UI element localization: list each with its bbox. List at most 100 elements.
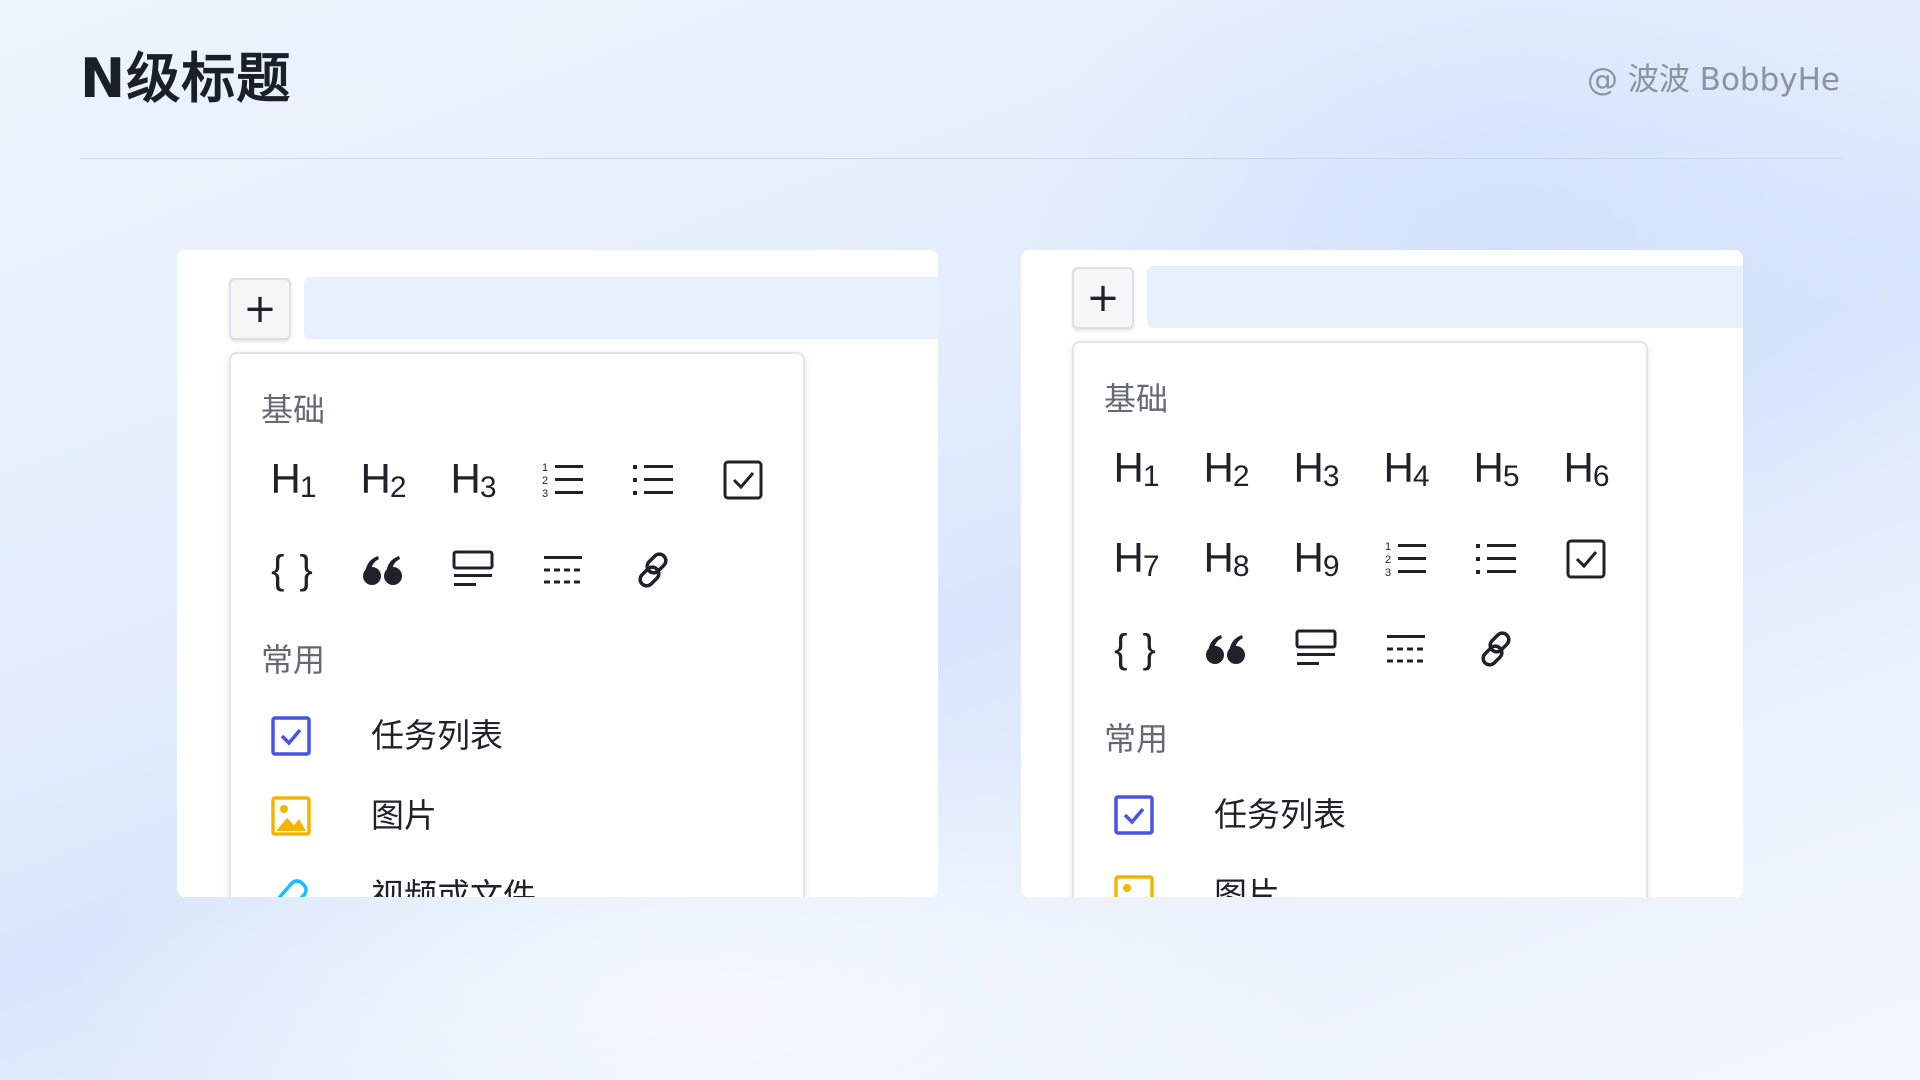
svg-text:1: 1 [542,462,548,474]
heading-letter: H [1473,444,1503,491]
common-item-image[interactable]: 图片 [1104,865,1604,897]
heading-letter: H [270,455,300,502]
common-item-label: 任务列表 [371,716,503,755]
callout-icon [452,550,494,586]
link-icon [638,552,668,588]
heading-level: 7 [1142,550,1160,583]
ordered-list-icon: 1 2 3 [542,462,583,500]
heading-level: 2 [389,471,407,504]
task-list-icon [271,716,311,756]
heading-letter: H [1203,444,1233,491]
insert-plus-button[interactable]: + [229,278,291,340]
heading-letter: H [1563,444,1593,491]
heading-3-button[interactable]: H3 [441,448,505,512]
common-item-task-list[interactable]: 任务列表 [1104,785,1604,845]
divider-icon [1387,635,1425,663]
attachment-icon [277,879,308,897]
heading-level: 8 [1232,550,1250,583]
editor-input-bar[interactable] [1147,266,1743,328]
link-button[interactable] [1464,617,1528,681]
checkbox-icon [723,460,763,500]
svg-text:2: 2 [542,475,548,487]
heading-icon: H2 [1203,444,1250,494]
code-block-button[interactable]: { } [261,538,325,602]
heading-icon: H1 [270,455,317,505]
quote-button[interactable] [1194,617,1258,681]
editor-input-bar[interactable] [304,277,938,339]
heading-level: 4 [1412,460,1430,493]
ordered-list-icon: 1 2 3 [1385,541,1426,579]
checkbox-icon [1566,539,1606,579]
heading-level: 9 [1322,550,1340,583]
ordered-list-button[interactable]: 1 2 3 [531,448,595,512]
heading-6-button[interactable]: H6 [1554,437,1618,501]
heading-icon: H2 [360,455,407,505]
bullet-list-button[interactable] [621,448,685,512]
common-item-attachment[interactable]: 视频或文件 [261,866,761,897]
quote-icon [1206,635,1245,664]
insert-menu: 基础 H1 H2 H3 1 2 3 {} 常用 任务列表 图片 视频或文件 [229,352,805,897]
svg-text:3: 3 [1385,567,1391,579]
heading-icon: H3 [1293,444,1340,494]
common-item-image[interactable]: 图片 [261,786,761,846]
svg-text:2: 2 [1385,554,1391,566]
insert-plus-button[interactable]: + [1072,267,1134,329]
ordered-list-button[interactable]: 1 2 3 [1374,527,1438,591]
heading-level: 3 [1322,460,1340,493]
heading-letter: H [1383,444,1413,491]
link-button[interactable] [621,538,685,602]
heading-2-button[interactable]: H2 [1194,437,1258,501]
heading-1-button[interactable]: H1 [1104,437,1168,501]
heading-5-button[interactable]: H5 [1464,437,1528,501]
screenshot-right: + 基础 H1 H2 H3 H4 H5 H6 H7 H8 H9 1 2 3 {… [1021,250,1743,897]
heading-9-button[interactable]: H9 [1284,527,1348,591]
heading-icon: H6 [1563,444,1609,494]
author-credit: @ 波波 BobbyHe [1586,62,1840,98]
callout-button[interactable] [1284,617,1348,681]
heading-4-button[interactable]: H4 [1374,437,1438,501]
common-item-label: 图片 [371,796,437,835]
callout-icon [1295,629,1337,665]
page-title: N级标题 [80,47,292,110]
heading-letter: H [1293,444,1323,491]
link-icon [1481,631,1511,667]
common-item-label: 图片 [1214,875,1280,897]
heading-7-button[interactable]: H7 [1104,527,1168,591]
heading-1-button[interactable]: H1 [261,448,325,512]
heading-2-button[interactable]: H2 [351,448,415,512]
heading-icon: H9 [1293,534,1340,584]
bullet-list-icon [1476,544,1516,574]
heading-level: 5 [1502,460,1520,493]
heading-icon: H8 [1203,534,1250,584]
heading-level: 1 [299,471,317,504]
heading-letter: H [450,455,480,502]
divider-button[interactable] [1374,617,1438,681]
code-block-button[interactable]: { } [1104,617,1168,681]
heading-letter: H [1203,534,1233,581]
screenshot-left: + 基础 H1 H2 H3 1 2 3 {} 常用 任务列表 图片 视频或文件 [177,250,938,897]
task-list-icon [1114,795,1154,835]
divider-icon [544,556,582,584]
heading-8-button[interactable]: H8 [1194,527,1258,591]
common-item-task-list[interactable]: 任务列表 [261,706,761,766]
heading-letter: H [1113,444,1143,491]
svg-text:1: 1 [1385,541,1391,553]
quote-button[interactable] [351,538,415,602]
heading-icon: H5 [1473,444,1520,494]
checkbox-button[interactable] [711,448,775,512]
quote-icon [363,556,402,585]
svg-text:3: 3 [542,488,548,500]
insert-menu: 基础 H1 H2 H3 H4 H5 H6 H7 H8 H9 1 2 3 {} … [1072,341,1648,897]
bullet-list-button[interactable] [1464,527,1528,591]
heading-level: 2 [1232,460,1250,493]
divider-button[interactable] [531,538,595,602]
callout-button[interactable] [441,538,505,602]
heading-3-button[interactable]: H3 [1284,437,1348,501]
checkbox-button[interactable] [1554,527,1618,591]
code-braces-icon: { } [1114,626,1158,671]
heading-letter: H [1293,534,1323,581]
heading-icon: H3 [450,455,496,505]
header-divider [80,158,1842,159]
section-label-common: 常用 [1104,720,1169,758]
common-item-label: 视频或文件 [371,876,536,897]
